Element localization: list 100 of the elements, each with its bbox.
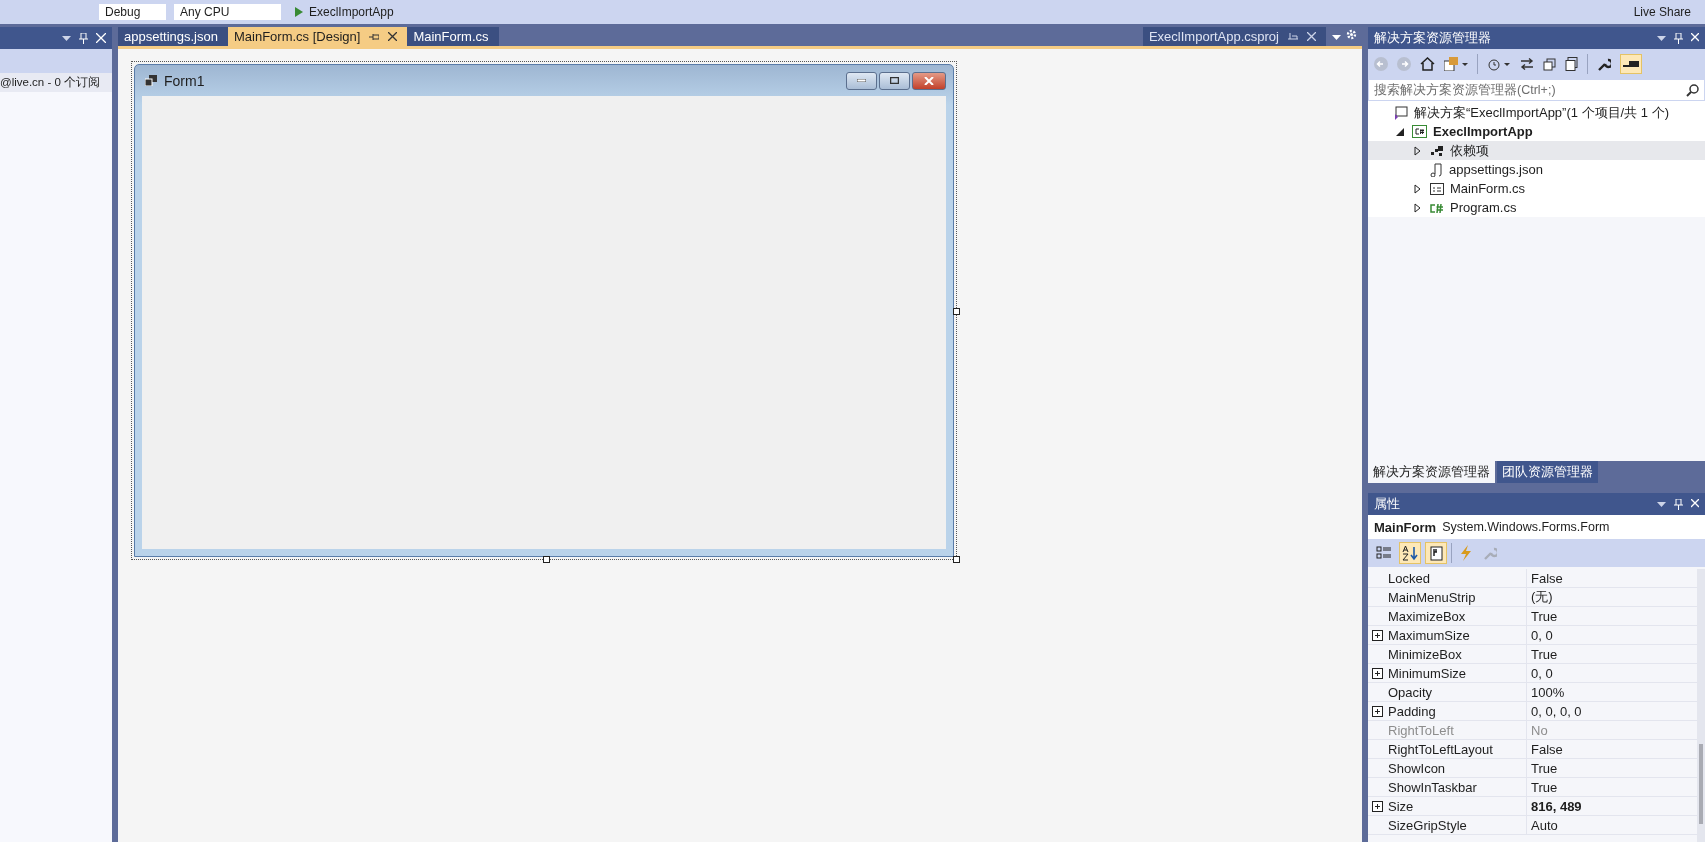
resize-handle[interactable] — [953, 556, 960, 563]
category-list-icon — [1376, 546, 1392, 560]
expand-plus-icon[interactable] — [1371, 705, 1383, 717]
start-button[interactable]: ExeclImportApp — [288, 3, 400, 21]
property-value[interactable]: 0, 0 — [1527, 665, 1553, 681]
expand-arrow-icon[interactable] — [1414, 202, 1421, 213]
form-title: Form1 — [164, 72, 205, 89]
scrollbar[interactable] — [1697, 569, 1705, 842]
expand-arrow-icon[interactable] — [1414, 183, 1421, 194]
property-name[interactable]: RightToLeftLayout — [1386, 740, 1527, 758]
dropdown-icon[interactable] — [62, 35, 71, 41]
property-value[interactable]: True — [1527, 646, 1558, 662]
resize-handle[interactable] — [543, 556, 550, 563]
alphabetical-button[interactable] — [1399, 542, 1421, 564]
dependencies-icon — [1430, 144, 1444, 157]
property-name[interactable]: MaximumSize — [1386, 626, 1527, 644]
property-value[interactable]: 0, 0 — [1527, 627, 1553, 643]
keep-open-icon[interactable] — [1288, 32, 1298, 41]
panel-title: 解决方案资源管理器 — [1374, 29, 1491, 47]
form-icon — [145, 75, 157, 86]
property-name[interactable]: Padding — [1386, 702, 1527, 720]
search-field[interactable]: 搜索解决方案资源管理器(Ctrl+;) — [1368, 79, 1705, 101]
property-name[interactable]: SizeGripStyle — [1386, 816, 1527, 834]
property-name[interactable]: MinimizeBox — [1386, 645, 1527, 663]
property-value[interactable]: 0, 0, 0, 0 — [1527, 703, 1582, 719]
resize-handle[interactable] — [953, 308, 960, 315]
gear-icon[interactable] — [1346, 29, 1357, 40]
tree-item-label: Program.cs — [1450, 200, 1517, 215]
document-tab[interactable]: appsettings.json — [118, 27, 228, 46]
property-name[interactable]: ShowInTaskbar — [1386, 778, 1527, 796]
sort-icon — [1402, 545, 1418, 561]
property-value[interactable]: True — [1527, 608, 1558, 624]
close-button[interactable] — [912, 71, 946, 90]
tree-item[interactable]: ExeclImportApp — [1368, 122, 1705, 141]
property-value[interactable]: True — [1527, 779, 1558, 795]
dropdown-icon[interactable] — [1332, 35, 1341, 40]
property-value[interactable]: 100% — [1527, 684, 1565, 700]
live-share-button[interactable]: Live Share — [1627, 3, 1697, 21]
tree-item[interactable]: 依赖项 — [1368, 141, 1705, 160]
property-value[interactable]: False — [1527, 570, 1563, 586]
dropdown-icon[interactable] — [1657, 35, 1666, 41]
document-tab[interactable]: MainForm.cs — [407, 27, 499, 46]
close-icon[interactable] — [388, 32, 398, 41]
preview-pane-icon — [1623, 60, 1639, 68]
platform-dropdown[interactable]: Any CPU — [173, 3, 282, 21]
property-value[interactable]: False — [1527, 741, 1563, 757]
configuration-dropdown[interactable]: Debug — [98, 3, 167, 21]
tree-item-label: appsettings.json — [1449, 162, 1543, 177]
expand-plus-icon[interactable] — [1371, 629, 1383, 641]
tree-item[interactable]: appsettings.json — [1368, 160, 1705, 179]
property-name[interactable]: ShowIcon — [1386, 759, 1527, 777]
property-value[interactable]: True — [1527, 760, 1558, 776]
pin-icon[interactable] — [369, 32, 380, 41]
home-icon[interactable] — [1420, 57, 1435, 71]
expand-arrow-icon[interactable] — [1414, 145, 1421, 156]
property-value[interactable]: Auto — [1527, 817, 1558, 833]
scrollbar-thumb[interactable] — [1699, 744, 1703, 824]
property-sheet-icon — [1428, 545, 1444, 561]
sync-view-icon[interactable] — [1444, 57, 1468, 71]
property-name[interactable]: MinimumSize — [1386, 664, 1527, 682]
panel-title: 属性 — [1374, 495, 1400, 513]
document-tab[interactable]: MainForm.cs [Design] — [227, 27, 408, 46]
property-name[interactable]: MainMenuStrip — [1386, 588, 1527, 606]
tree-item-label: 依赖项 — [1450, 141, 1489, 160]
form-window[interactable]: Form1 — [134, 64, 954, 557]
form-file-icon — [1430, 182, 1444, 195]
tree-item-label: 解决方案“ExeclImportApp”(1 个项目/共 1 个) — [1414, 103, 1669, 122]
tree-item[interactable]: MainForm.cs — [1368, 179, 1705, 198]
search-icon[interactable] — [1686, 83, 1699, 97]
property-value[interactable]: 816, 489 — [1527, 798, 1582, 814]
history-icon[interactable] — [1487, 57, 1511, 71]
property-name[interactable]: MaximizeBox — [1386, 607, 1527, 625]
property-name[interactable]: Size — [1386, 797, 1527, 815]
properties-button[interactable] — [1425, 542, 1447, 564]
dropdown-icon[interactable] — [1657, 501, 1666, 507]
maximize-button[interactable] — [879, 71, 910, 90]
expand-plus-icon[interactable] — [1371, 667, 1383, 679]
copy-pages-icon[interactable] — [1565, 57, 1578, 71]
object-name: MainForm — [1374, 519, 1437, 535]
lightning-icon — [1459, 545, 1473, 561]
panel-tab[interactable]: 团队资源管理器 — [1497, 461, 1598, 483]
property-value[interactable]: (无) — [1527, 588, 1553, 606]
expand-plus-icon[interactable] — [1371, 800, 1383, 812]
tree-item[interactable]: Program.cs — [1368, 198, 1705, 217]
tab-label: MainForm.cs [Design] — [233, 29, 361, 44]
property-name[interactable]: Locked — [1386, 569, 1527, 587]
preview-toggle-button[interactable] — [1620, 54, 1642, 74]
collapse-arrow-icon[interactable] — [1396, 127, 1404, 136]
property-name[interactable]: Opacity — [1386, 683, 1527, 701]
preview-tab[interactable]: ExeclImportApp.csproj — [1142, 27, 1326, 46]
swap-arrows-icon[interactable] — [1520, 58, 1534, 70]
wrench-icon[interactable] — [1597, 57, 1611, 71]
tree-item-label: ExeclImportApp — [1433, 124, 1533, 139]
csharp-project-icon — [1412, 125, 1427, 138]
tree-item-label: MainForm.cs — [1450, 181, 1526, 196]
panel-tab[interactable]: 解决方案资源管理器 — [1368, 461, 1495, 483]
collapse-all-icon[interactable] — [1543, 57, 1556, 71]
minimize-button[interactable] — [846, 71, 877, 90]
account-text: @live.cn - 0 个订阅 — [0, 73, 112, 92]
tree-item[interactable]: 解决方案“ExeclImportApp”(1 个项目/共 1 个) — [1368, 103, 1705, 122]
